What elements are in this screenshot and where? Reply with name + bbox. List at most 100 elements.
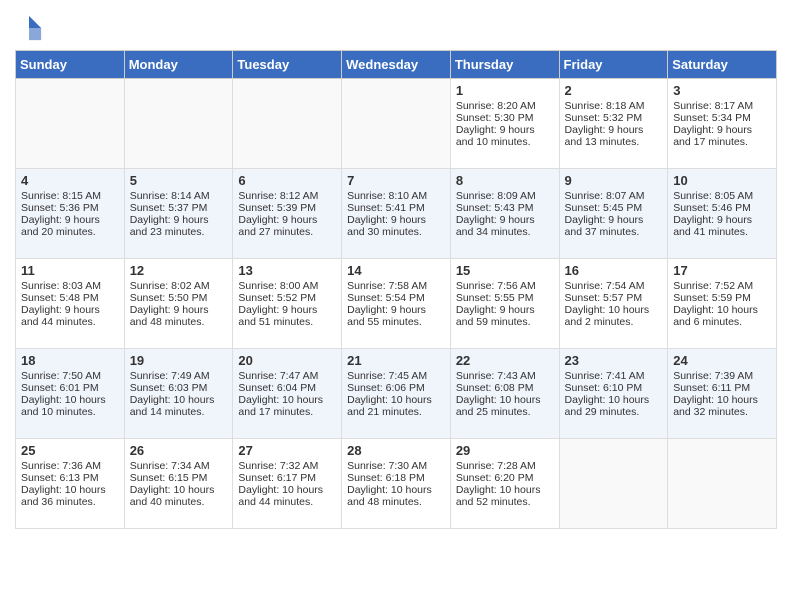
sunrise-text: Sunrise: 7:41 AM (565, 370, 663, 382)
day-number: 1 (456, 83, 554, 98)
daylight-text: Daylight: 9 hours and 13 minutes. (565, 124, 663, 148)
sunrise-text: Sunrise: 7:32 AM (238, 460, 336, 472)
sunset-text: Sunset: 6:11 PM (673, 382, 771, 394)
sunrise-text: Sunrise: 8:03 AM (21, 280, 119, 292)
header (15, 10, 777, 42)
sunset-text: Sunset: 6:13 PM (21, 472, 119, 484)
daylight-text: Daylight: 10 hours and 32 minutes. (673, 394, 771, 418)
calendar-cell (342, 79, 451, 169)
day-number: 19 (130, 353, 228, 368)
calendar-cell: 23Sunrise: 7:41 AMSunset: 6:10 PMDayligh… (559, 349, 668, 439)
sunset-text: Sunset: 5:46 PM (673, 202, 771, 214)
sunset-text: Sunset: 5:32 PM (565, 112, 663, 124)
calendar-cell: 25Sunrise: 7:36 AMSunset: 6:13 PMDayligh… (16, 439, 125, 529)
daylight-text: Daylight: 10 hours and 29 minutes. (565, 394, 663, 418)
logo (15, 14, 45, 42)
calendar-cell: 19Sunrise: 7:49 AMSunset: 6:03 PMDayligh… (124, 349, 233, 439)
header-wednesday: Wednesday (342, 51, 451, 79)
day-number: 8 (456, 173, 554, 188)
daylight-text: Daylight: 9 hours and 44 minutes. (21, 304, 119, 328)
daylight-text: Daylight: 9 hours and 34 minutes. (456, 214, 554, 238)
daylight-text: Daylight: 9 hours and 30 minutes. (347, 214, 445, 238)
calendar-cell (559, 439, 668, 529)
calendar-cell: 29Sunrise: 7:28 AMSunset: 6:20 PMDayligh… (450, 439, 559, 529)
daylight-text: Daylight: 9 hours and 10 minutes. (456, 124, 554, 148)
calendar-cell: 13Sunrise: 8:00 AMSunset: 5:52 PMDayligh… (233, 259, 342, 349)
daylight-text: Daylight: 9 hours and 27 minutes. (238, 214, 336, 238)
sunrise-text: Sunrise: 7:43 AM (456, 370, 554, 382)
calendar-cell: 22Sunrise: 7:43 AMSunset: 6:08 PMDayligh… (450, 349, 559, 439)
week-row-4: 18Sunrise: 7:50 AMSunset: 6:01 PMDayligh… (16, 349, 777, 439)
daylight-text: Daylight: 10 hours and 40 minutes. (130, 484, 228, 508)
sunset-text: Sunset: 5:59 PM (673, 292, 771, 304)
calendar-table: SundayMondayTuesdayWednesdayThursdayFrid… (15, 50, 777, 529)
calendar-cell (16, 79, 125, 169)
sunset-text: Sunset: 5:37 PM (130, 202, 228, 214)
day-number: 9 (565, 173, 663, 188)
day-number: 7 (347, 173, 445, 188)
sunset-text: Sunset: 6:18 PM (347, 472, 445, 484)
sunset-text: Sunset: 5:54 PM (347, 292, 445, 304)
daylight-text: Daylight: 10 hours and 17 minutes. (238, 394, 336, 418)
calendar-cell (668, 439, 777, 529)
daylight-text: Daylight: 10 hours and 6 minutes. (673, 304, 771, 328)
day-number: 15 (456, 263, 554, 278)
day-number: 27 (238, 443, 336, 458)
sunrise-text: Sunrise: 8:17 AM (673, 100, 771, 112)
sunset-text: Sunset: 6:06 PM (347, 382, 445, 394)
sunset-text: Sunset: 5:43 PM (456, 202, 554, 214)
day-number: 13 (238, 263, 336, 278)
sunrise-text: Sunrise: 8:07 AM (565, 190, 663, 202)
calendar-cell: 10Sunrise: 8:05 AMSunset: 5:46 PMDayligh… (668, 169, 777, 259)
day-number: 28 (347, 443, 445, 458)
calendar-cell: 1Sunrise: 8:20 AMSunset: 5:30 PMDaylight… (450, 79, 559, 169)
daylight-text: Daylight: 10 hours and 44 minutes. (238, 484, 336, 508)
sunset-text: Sunset: 6:01 PM (21, 382, 119, 394)
daylight-text: Daylight: 10 hours and 52 minutes. (456, 484, 554, 508)
sunset-text: Sunset: 5:41 PM (347, 202, 445, 214)
calendar-cell: 11Sunrise: 8:03 AMSunset: 5:48 PMDayligh… (16, 259, 125, 349)
header-monday: Monday (124, 51, 233, 79)
calendar-cell: 12Sunrise: 8:02 AMSunset: 5:50 PMDayligh… (124, 259, 233, 349)
sunset-text: Sunset: 5:52 PM (238, 292, 336, 304)
sunrise-text: Sunrise: 8:18 AM (565, 100, 663, 112)
sunrise-text: Sunrise: 7:45 AM (347, 370, 445, 382)
calendar-cell: 26Sunrise: 7:34 AMSunset: 6:15 PMDayligh… (124, 439, 233, 529)
daylight-text: Daylight: 9 hours and 17 minutes. (673, 124, 771, 148)
logo-icon (15, 14, 43, 42)
sunset-text: Sunset: 6:03 PM (130, 382, 228, 394)
day-number: 22 (456, 353, 554, 368)
sunrise-text: Sunrise: 7:30 AM (347, 460, 445, 472)
sunset-text: Sunset: 5:55 PM (456, 292, 554, 304)
sunrise-text: Sunrise: 8:12 AM (238, 190, 336, 202)
daylight-text: Daylight: 9 hours and 41 minutes. (673, 214, 771, 238)
calendar-cell: 24Sunrise: 7:39 AMSunset: 6:11 PMDayligh… (668, 349, 777, 439)
calendar-cell: 18Sunrise: 7:50 AMSunset: 6:01 PMDayligh… (16, 349, 125, 439)
daylight-text: Daylight: 9 hours and 59 minutes. (456, 304, 554, 328)
calendar-cell: 9Sunrise: 8:07 AMSunset: 5:45 PMDaylight… (559, 169, 668, 259)
sunrise-text: Sunrise: 7:36 AM (21, 460, 119, 472)
daylight-text: Daylight: 9 hours and 20 minutes. (21, 214, 119, 238)
calendar-cell: 4Sunrise: 8:15 AMSunset: 5:36 PMDaylight… (16, 169, 125, 259)
sunset-text: Sunset: 6:08 PM (456, 382, 554, 394)
daylight-text: Daylight: 9 hours and 51 minutes. (238, 304, 336, 328)
daylight-text: Daylight: 10 hours and 36 minutes. (21, 484, 119, 508)
calendar-cell: 14Sunrise: 7:58 AMSunset: 5:54 PMDayligh… (342, 259, 451, 349)
header-saturday: Saturday (668, 51, 777, 79)
daylight-text: Daylight: 9 hours and 23 minutes. (130, 214, 228, 238)
sunrise-text: Sunrise: 7:49 AM (130, 370, 228, 382)
week-row-5: 25Sunrise: 7:36 AMSunset: 6:13 PMDayligh… (16, 439, 777, 529)
daylight-text: Daylight: 10 hours and 10 minutes. (21, 394, 119, 418)
calendar-cell (124, 79, 233, 169)
week-row-3: 11Sunrise: 8:03 AMSunset: 5:48 PMDayligh… (16, 259, 777, 349)
sunrise-text: Sunrise: 8:14 AM (130, 190, 228, 202)
day-number: 16 (565, 263, 663, 278)
sunrise-text: Sunrise: 7:50 AM (21, 370, 119, 382)
sunrise-text: Sunrise: 8:20 AM (456, 100, 554, 112)
sunrise-text: Sunrise: 8:15 AM (21, 190, 119, 202)
sunset-text: Sunset: 5:34 PM (673, 112, 771, 124)
calendar-cell: 21Sunrise: 7:45 AMSunset: 6:06 PMDayligh… (342, 349, 451, 439)
sunrise-text: Sunrise: 7:34 AM (130, 460, 228, 472)
sunset-text: Sunset: 5:39 PM (238, 202, 336, 214)
calendar-cell: 20Sunrise: 7:47 AMSunset: 6:04 PMDayligh… (233, 349, 342, 439)
